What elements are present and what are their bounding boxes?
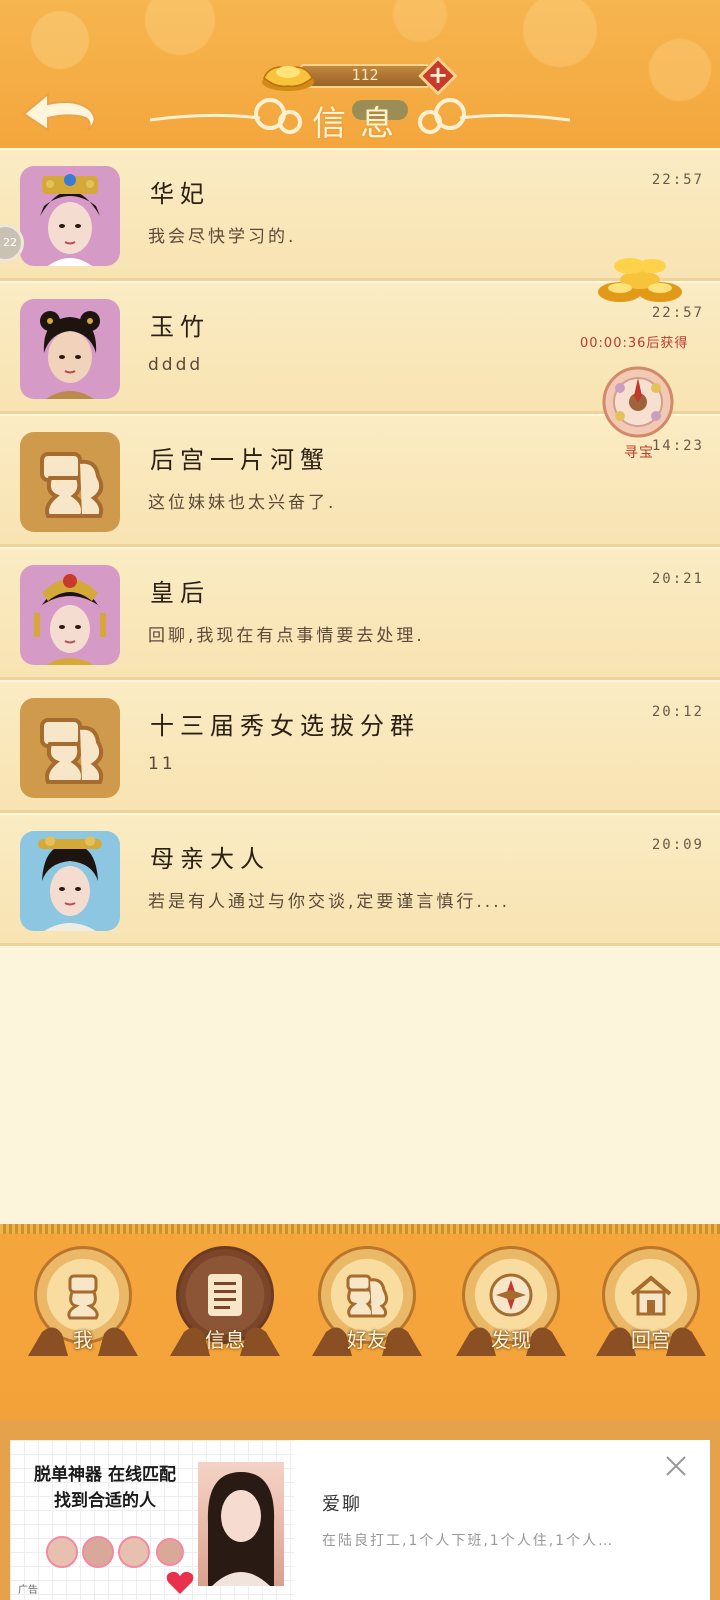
ad-tag: 广告: [18, 1585, 38, 1596]
nav-item-discover[interactable]: 发现: [456, 1246, 566, 1366]
nav-label: 回宫: [631, 1328, 671, 1352]
mother-portrait-icon: [20, 831, 120, 931]
message-row[interactable]: 十三届秀女选拔分群 11 20:12: [0, 680, 720, 813]
message-preview: 我会尽快学习的.: [148, 227, 297, 247]
compass-icon: [489, 1273, 533, 1317]
nav-item-me[interactable]: 我: [28, 1246, 138, 1366]
header-bar: 112 + 信息: [0, 0, 720, 148]
avatar: [20, 698, 120, 798]
ad-photo: [198, 1462, 284, 1586]
message-time: 22:57: [651, 172, 704, 188]
gold-count: 112: [351, 66, 379, 84]
contact-name: 玉竹: [150, 313, 210, 341]
page-title: 信息: [312, 104, 408, 144]
heart-icon: [166, 1571, 194, 1594]
back-button[interactable]: [20, 88, 104, 140]
message-time: 20:21: [651, 571, 704, 587]
message-preview: 这位妹妹也太兴奋了.: [148, 493, 337, 513]
nav-label: 信息: [205, 1328, 245, 1352]
ad-avatars: [46, 1536, 184, 1568]
nav-label: 发现: [491, 1328, 531, 1352]
nav-border-strip: [0, 1224, 720, 1234]
group-chat-icon: [20, 432, 120, 532]
nav-label: 好友: [347, 1328, 387, 1352]
message-row[interactable]: 母亲大人 若是有人通过与你交谈,定要谨言慎行.... 20:09: [0, 813, 720, 946]
contact-name: 十三届秀女选拔分群: [150, 712, 420, 740]
ad-image[interactable]: 脱单神器 在线匹配 找到合适的人 广告: [10, 1440, 294, 1600]
close-icon[interactable]: [664, 1454, 688, 1478]
message-icon: [208, 1274, 242, 1316]
treasure-wheel-icon[interactable]: [602, 366, 674, 438]
nav-label: 我: [73, 1328, 93, 1352]
gold-ingot-icon: [262, 66, 314, 91]
message-preview: dddd: [148, 355, 204, 375]
message-time: 14:23: [651, 438, 704, 454]
empress-portrait-icon: [20, 565, 120, 665]
ad-banner[interactable]: 脱单神器 在线匹配 找到合适的人 广告 爱聊 在陆良打工,1个人下班,1个人住,…: [10, 1440, 710, 1600]
contact-name: 母亲大人: [150, 845, 270, 873]
treasure-wheel-label: 寻宝: [624, 445, 654, 461]
message-row[interactable]: 皇后 回聊,我现在有点事情要去处理. 20:21: [0, 547, 720, 680]
ad-headline-line2: 找到合适的人: [54, 1491, 156, 1511]
message-time: 20:12: [651, 704, 704, 720]
home-icon: [630, 1275, 672, 1316]
profile-icon: [67, 1274, 99, 1320]
gold-pile-icon[interactable]: [590, 250, 690, 310]
group-chat-icon: [20, 698, 120, 798]
contact-name: 后宫一片河蟹: [150, 446, 330, 474]
message-preview: 11: [148, 754, 176, 774]
avatar: [20, 166, 120, 266]
contact-name: 华妃: [150, 180, 210, 208]
ad-title[interactable]: 爱聊: [322, 1490, 362, 1516]
ad-description: 在陆良打工,1个人下班,1个人住,1个人…: [322, 1533, 615, 1549]
concubine-portrait-icon: [20, 166, 120, 266]
gold-counter: 112 +: [260, 56, 458, 96]
ad-container: 脱单神器 在线匹配 找到合适的人 广告 爱聊 在陆良打工,1个人下班,1个人住,…: [0, 1420, 720, 1600]
avatar: [20, 565, 120, 665]
ad-headline-line1: 脱单神器 在线匹配: [34, 1465, 176, 1485]
avatar: [20, 432, 120, 532]
contact-name: 皇后: [150, 579, 210, 607]
message-preview: 若是有人通过与你交谈,定要谨言慎行....: [148, 892, 511, 912]
avatar: [20, 831, 120, 931]
message-preview: 回聊,我现在有点事情要去处理.: [148, 626, 425, 646]
treasure-timer: 00:00:36后获得: [580, 336, 689, 351]
message-time: 20:09: [651, 837, 704, 853]
nav-item-friends[interactable]: 好友: [312, 1246, 422, 1366]
plus-icon[interactable]: +: [424, 62, 452, 90]
avatar: [20, 299, 120, 399]
ad-headline: 脱单神器 在线匹配 找到合适的人: [20, 1462, 190, 1514]
model-portrait-icon: [207, 1472, 275, 1586]
nav-item-palace[interactable]: 回宫: [596, 1246, 706, 1366]
back-arrow-icon: [22, 91, 96, 132]
friends-icon: [346, 1274, 389, 1318]
nav-item-messages[interactable]: 信息: [170, 1246, 280, 1366]
bottom-nav: 我 信息 好友 发现 回宫: [0, 1224, 720, 1420]
maid-portrait-icon: [20, 299, 120, 399]
